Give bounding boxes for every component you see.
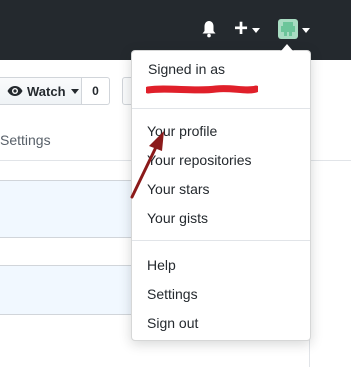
caret-down-icon xyxy=(302,27,310,33)
menu-item-help[interactable]: Help xyxy=(147,256,176,274)
plus-icon: + xyxy=(234,15,249,42)
menu-item-your-gists[interactable]: Your gists xyxy=(147,209,208,227)
menu-item-sign-out[interactable]: Sign out xyxy=(147,314,198,332)
dropdown-caret xyxy=(280,43,294,51)
watch-count[interactable]: 0 xyxy=(82,77,110,105)
redacted-username xyxy=(146,85,258,94)
watch-button[interactable]: Watch xyxy=(0,77,82,105)
new-menu-button[interactable]: + xyxy=(234,15,261,42)
tab-settings[interactable]: Settings xyxy=(0,132,51,148)
watch-label: Watch xyxy=(27,83,66,99)
user-menu-button[interactable] xyxy=(278,18,310,40)
caret-down-icon xyxy=(252,27,261,33)
bell-icon[interactable] xyxy=(201,19,219,39)
menu-divider xyxy=(132,240,310,241)
avatar xyxy=(278,19,298,39)
menu-item-settings[interactable]: Settings xyxy=(147,285,198,303)
menu-item-your-repositories[interactable]: Your repositories xyxy=(147,151,252,169)
user-dropdown-menu: Signed in as Your profile Your repositor… xyxy=(131,43,311,341)
menu-divider xyxy=(132,108,310,109)
signed-in-label: Signed in as xyxy=(148,61,226,77)
menu-item-your-stars[interactable]: Your stars xyxy=(147,180,210,198)
menu-item-your-profile[interactable]: Your profile xyxy=(147,122,217,140)
caret-down-icon xyxy=(70,88,79,94)
eye-icon xyxy=(7,86,23,96)
